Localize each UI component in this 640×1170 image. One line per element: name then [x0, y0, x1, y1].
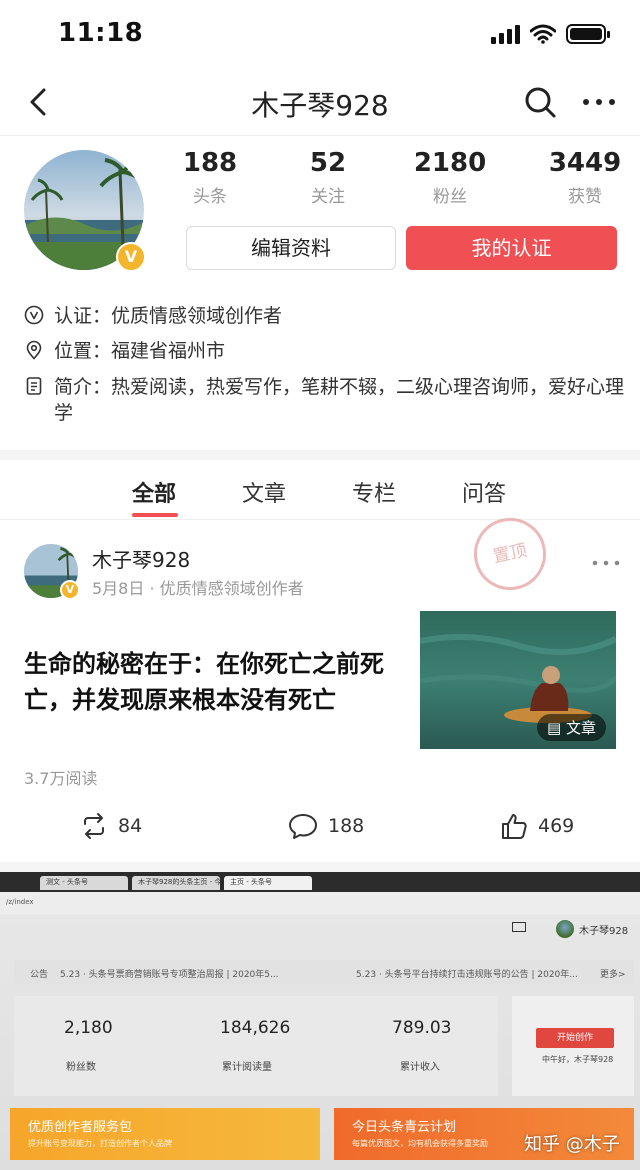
dash-value: 789.03: [392, 1018, 452, 1038]
dashboard-username: 木子琴928: [579, 925, 629, 937]
stat-followers[interactable]: 2180 粉丝: [390, 148, 510, 207]
post-author-name[interactable]: 木子琴928: [92, 544, 190, 573]
stat-label: 头条: [193, 187, 227, 207]
verified-badge-icon: V: [116, 242, 146, 272]
tab-columns[interactable]: 专栏: [352, 476, 396, 508]
start-creating-button: 开始创作: [536, 1028, 614, 1048]
comment-icon: [289, 814, 317, 839]
verified-badge-small-icon: V: [60, 580, 80, 600]
dashboard-user: 木子琴928: [556, 920, 628, 938]
dashboard-stats-card: 2,180 粉丝数 184,626 累计阅读量 789.03 累计收入: [14, 996, 498, 1096]
post-title[interactable]: 生命的秘密在于：在你死亡之前死亡，并发现原来根本没有死亡: [24, 646, 404, 718]
tab-articles[interactable]: 文章: [242, 476, 286, 508]
banner-subtitle: 提升账号变现能力，打造创作者个人品牌: [28, 1139, 172, 1148]
pinned-stamp: 置顶: [467, 511, 553, 597]
post-thumbnail[interactable]: ▤ 文章: [420, 611, 616, 749]
browser-tab-bar: 测文 - 头条号 木子琴928的头条主页 - 今日 主页 - 头条号: [0, 872, 640, 892]
notice-bar: 公告 5.23 · 头条号票商营销账号专项整治周报 | 2020年5... 5.…: [14, 960, 634, 984]
search-icon[interactable]: [520, 82, 560, 122]
notice-item: 5.23 · 头条号票商营销账号专项整治周报 | 2020年5...: [60, 970, 279, 980]
stat-following[interactable]: 52 关注: [268, 148, 388, 207]
greeting-text: 中午好，木子琴928: [542, 1055, 614, 1064]
dash-label: 累计阅读量: [222, 1062, 272, 1073]
wifi-icon: [530, 24, 556, 44]
document-icon: [26, 377, 42, 395]
post-actions: 84 188 469: [0, 806, 640, 846]
comment-button[interactable]: 188: [288, 806, 364, 846]
mail-icon: [512, 922, 526, 932]
creator-service-banner: 优质创作者服务包 提升账号变现能力，打造创作者个人品牌: [10, 1108, 320, 1160]
stat-label: 获赞: [568, 187, 602, 207]
section-divider: [0, 450, 640, 460]
address-bar: /z/index: [0, 892, 640, 914]
post-more-icon[interactable]: [590, 553, 622, 573]
my-certification-button[interactable]: 我的认证: [406, 226, 617, 270]
stat-value: 188: [182, 148, 238, 178]
verified-circle-icon: [24, 305, 44, 325]
repost-count: 84: [118, 815, 143, 837]
browser-tab: 主页 - 头条号: [224, 876, 312, 890]
notice-item: 5.23 · 头条号平台持续打击违规账号的公告 | 2020年...: [356, 970, 578, 980]
banner-subtitle: 每篇优质图文，均有机会获得多重奖励: [352, 1139, 488, 1148]
banner-title: 优质创作者服务包: [28, 1120, 133, 1135]
tab-qa[interactable]: 问答: [462, 476, 506, 508]
status-time: 11:18: [58, 18, 144, 48]
dash-label: 累计收入: [400, 1062, 440, 1073]
notice-more: 更多>: [600, 970, 626, 980]
dashboard-side-card: 开始创作 中午好，木子琴928: [512, 996, 634, 1096]
stat-value: 52: [309, 148, 347, 178]
dash-label: 粉丝数: [66, 1062, 96, 1073]
notice-label: 公告: [30, 970, 49, 980]
signal-icon: [491, 24, 520, 44]
stat-value: 3449: [548, 148, 622, 178]
battery-icon: [566, 24, 610, 44]
profile-stats: 188 头条 52 关注 2180 粉丝 3449 获赞: [150, 148, 630, 212]
zhihu-watermark: 知乎 @木子: [524, 1134, 620, 1155]
article-badge: ▤ 文章: [537, 714, 606, 741]
status-icons: [491, 24, 610, 44]
article-doc-icon: ▤: [547, 719, 566, 737]
stat-label: 关注: [311, 187, 345, 207]
dashboard-avatar: [556, 920, 574, 938]
embedded-dashboard-photo: 测文 - 头条号 木子琴928的头条主页 - 今日 主页 - 头条号 /z/in…: [0, 872, 640, 1170]
stat-likes[interactable]: 3449 获赞: [525, 148, 640, 207]
stat-articles[interactable]: 188 头条: [150, 148, 270, 207]
read-count: 3.7万阅读: [24, 769, 98, 788]
post-meta: 5月8日 · 优质情感领域创作者: [92, 579, 304, 598]
article-badge-label: 文章: [565, 719, 596, 737]
stat-value: 2180: [413, 148, 487, 178]
browser-tab: 木子琴928的头条主页 - 今日: [132, 876, 220, 890]
more-icon[interactable]: [578, 82, 622, 122]
dash-value: 184,626: [220, 1018, 291, 1038]
section-divider: [0, 862, 640, 872]
comment-count: 188: [328, 815, 365, 837]
dash-value: 2,180: [64, 1018, 113, 1038]
thumbs-up-icon: [502, 814, 527, 839]
certification-text: 认证：优质情感领域创作者: [54, 305, 283, 327]
repost-button[interactable]: 84: [80, 806, 142, 846]
stat-label: 粉丝: [433, 187, 467, 207]
like-count: 469: [538, 815, 575, 837]
content-tabs: 全部 文章 专栏 问答: [0, 460, 640, 520]
active-tab-indicator: [132, 513, 178, 517]
nav-bar: 木子琴928: [0, 70, 640, 136]
bio-text: 简介：热爱阅读，热爱写作，笔耕不辍，二级心理咨询师，爱好心理学: [54, 376, 625, 424]
location-text: 位置：福建省福州市: [54, 340, 226, 362]
tab-all[interactable]: 全部: [132, 476, 176, 508]
like-button[interactable]: 469: [500, 806, 574, 846]
browser-tab: 测文 - 头条号: [40, 876, 128, 890]
edit-profile-button[interactable]: 编辑资料: [186, 226, 396, 270]
location-pin-icon: [26, 340, 42, 360]
status-bar: 11:18: [0, 0, 640, 70]
banner-title: 今日头条青云计划: [352, 1120, 457, 1135]
repost-icon: [84, 813, 104, 839]
